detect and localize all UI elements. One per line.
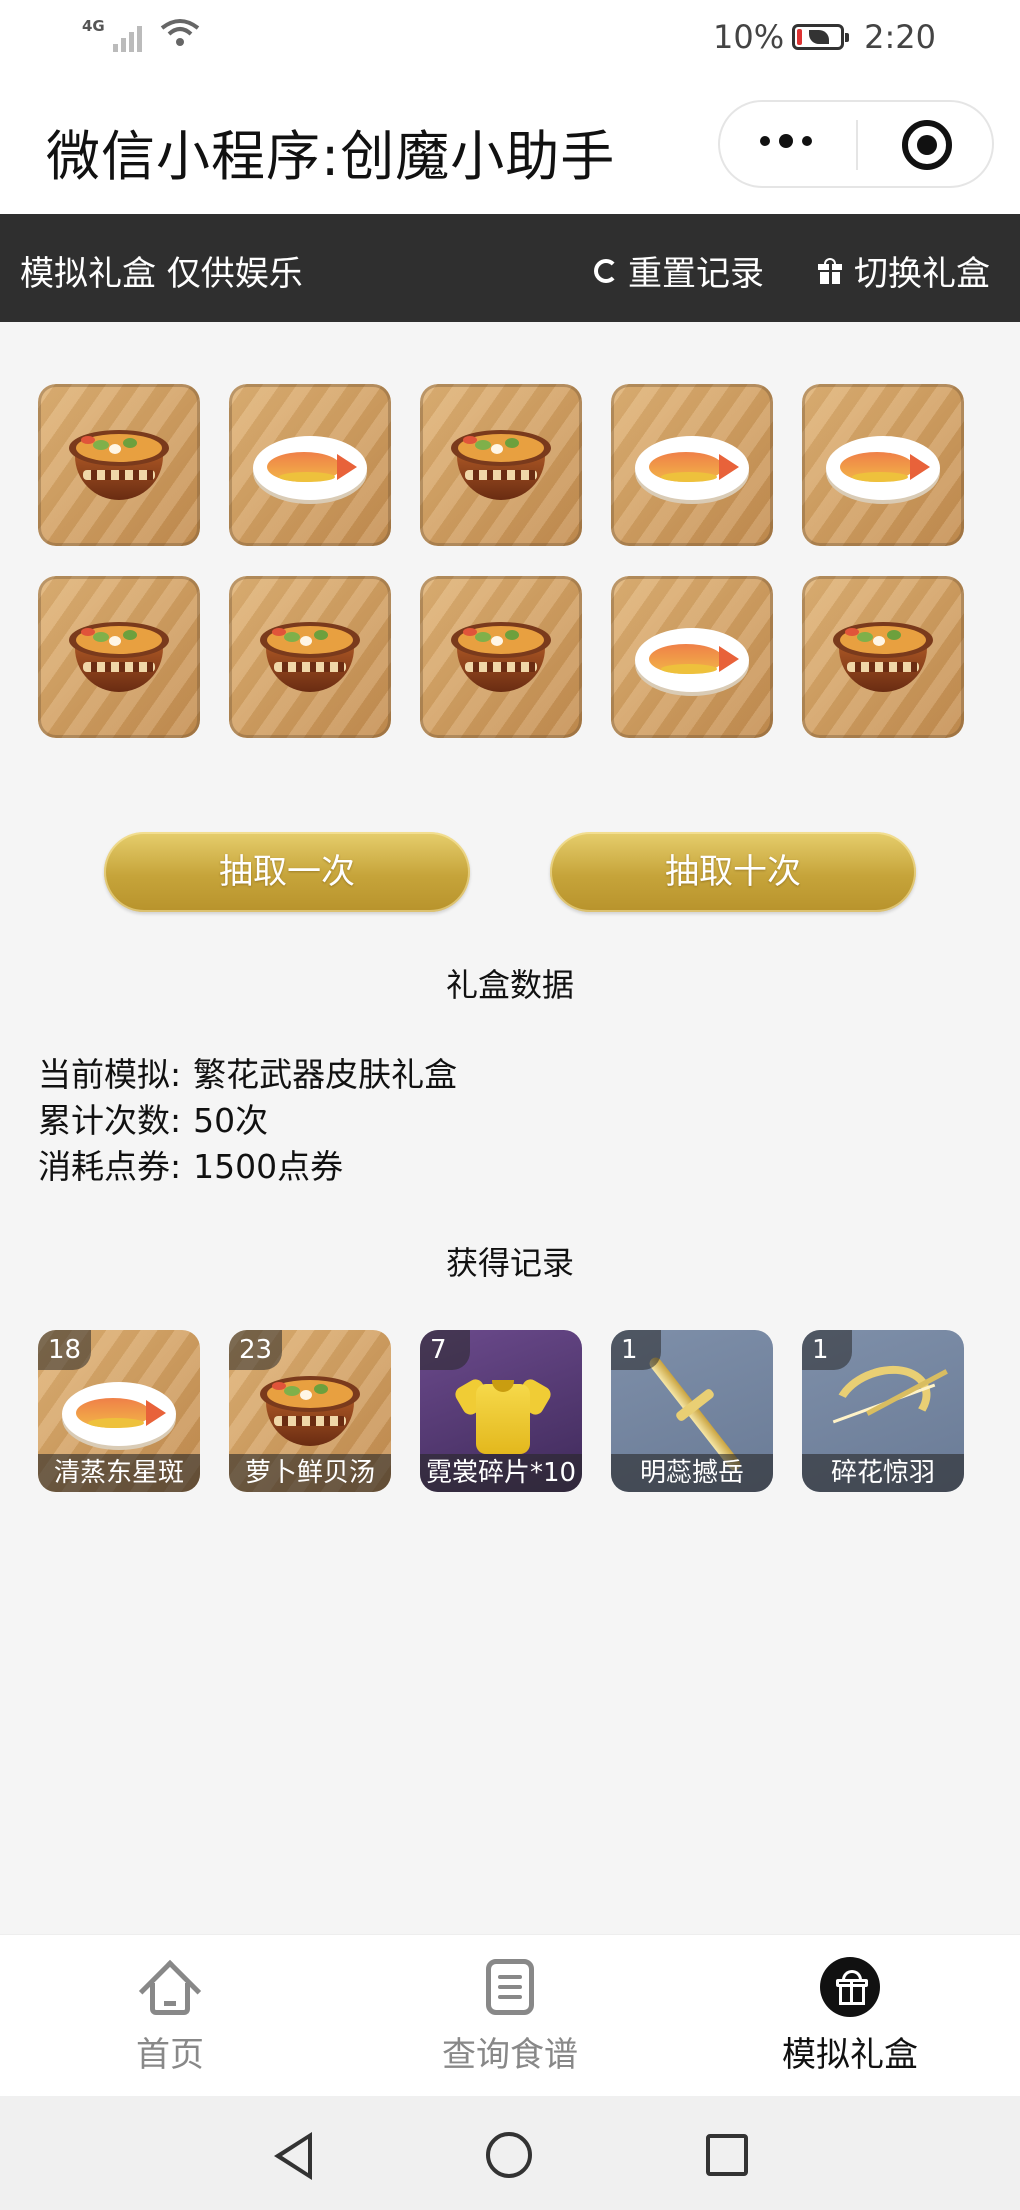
fish-plate-icon	[62, 1382, 176, 1446]
bowl-icon	[451, 430, 551, 504]
battery-icon	[792, 24, 850, 50]
bowl-icon	[69, 430, 169, 504]
switch-label: 切换礼盒	[854, 254, 990, 294]
switch-box-button[interactable]: 切换礼盒	[818, 246, 990, 295]
more-icon[interactable]	[760, 134, 812, 148]
cost-row: 消耗点券: 1500点券	[38, 1144, 457, 1190]
recent-apps-icon[interactable]	[706, 2134, 748, 2176]
signal-group: 4G	[82, 18, 200, 52]
record-item[interactable]: 18 清蒸东星斑	[38, 1330, 200, 1492]
home-icon	[138, 1957, 202, 2023]
toolbar: 模拟礼盒 仅供娱乐 重置记录 切换礼盒	[0, 214, 1020, 322]
title-bar: 微信小程序:创魔小助手	[0, 76, 1020, 214]
back-icon[interactable]	[274, 2132, 312, 2180]
gift-icon	[820, 1957, 880, 2017]
record-name: 霓裳碎片*10	[420, 1454, 582, 1492]
prize-tile	[229, 576, 391, 738]
tab-gift[interactable]: 模拟礼盒	[750, 1957, 950, 2076]
prize-tile	[611, 576, 773, 738]
record-name: 明蕊撼岳	[611, 1454, 773, 1492]
document-icon	[480, 1957, 540, 2017]
fish-plate-icon	[635, 628, 749, 692]
box-data-title: 礼盒数据	[445, 966, 574, 1004]
total-count-row: 累计次数: 50次	[38, 1098, 457, 1144]
bowl-icon	[833, 622, 933, 696]
gift-icon	[818, 257, 842, 284]
prize-tile	[38, 384, 200, 546]
record-name: 清蒸东星斑	[38, 1454, 200, 1492]
fish-plate-icon	[826, 436, 940, 500]
records-list: 18 清蒸东星斑 23 萝卜鲜贝汤 7 霓裳碎片*10 1 明蕊撼岳 1 碎花惊…	[38, 1330, 964, 1492]
page-title: 微信小程序:创魔小助手	[46, 125, 616, 188]
cost-value: 1500点券	[193, 1147, 344, 1186]
prize-tile	[420, 384, 582, 546]
prize-tile	[802, 576, 964, 738]
record-name: 碎花惊羽	[802, 1454, 964, 1492]
cost-label: 消耗点券:	[38, 1147, 182, 1186]
home-circle-icon[interactable]	[486, 2132, 532, 2178]
record-item[interactable]: 7 霓裳碎片*10	[420, 1330, 582, 1492]
prize-tile	[611, 384, 773, 546]
fish-plate-icon	[253, 436, 367, 500]
current-box-value: 繁花武器皮肤礼盒	[193, 1055, 458, 1094]
clock: 2:20	[864, 18, 936, 56]
status-bar: 4G 10% 2:20	[0, 0, 1020, 76]
bowl-icon	[260, 622, 360, 696]
record-name: 萝卜鲜贝汤	[229, 1454, 391, 1492]
draw-ten-button[interactable]: 抽取十次	[550, 832, 916, 912]
bowl-icon	[451, 622, 551, 696]
tab-home[interactable]: 首页	[70, 1957, 270, 2076]
system-nav-bar	[0, 2096, 1020, 2210]
record-count: 18	[38, 1330, 92, 1370]
tab-recipe-label: 查询食谱	[442, 2035, 578, 2075]
record-item[interactable]: 1 明蕊撼岳	[611, 1330, 773, 1492]
current-box-row: 当前模拟: 繁花武器皮肤礼盒	[38, 1052, 457, 1098]
current-box-label: 当前模拟:	[38, 1055, 182, 1094]
disclaimer-text: 模拟礼盒 仅供娱乐	[20, 254, 303, 294]
draw-once-button[interactable]: 抽取一次	[104, 832, 470, 912]
total-count-label: 累计次数:	[38, 1101, 182, 1140]
prize-tile	[802, 384, 964, 546]
record-item[interactable]: 23 萝卜鲜贝汤	[229, 1330, 391, 1492]
records-title: 获得记录	[445, 1244, 574, 1282]
prize-grid	[38, 384, 968, 738]
record-count: 1	[611, 1330, 661, 1370]
prize-tile	[420, 576, 582, 738]
bowl-icon	[69, 622, 169, 696]
signal-icon	[112, 22, 142, 52]
prize-tile	[38, 576, 200, 738]
record-count: 7	[420, 1330, 470, 1370]
shirt-icon	[452, 1370, 554, 1460]
tab-home-label: 首页	[136, 2035, 204, 2075]
wifi-icon	[160, 18, 200, 52]
mini-program-capsule	[718, 100, 994, 188]
battery-group: 10% 2:20	[713, 18, 936, 56]
tab-bar: 首页 查询食谱 模拟礼盒	[0, 1934, 1020, 2097]
record-item[interactable]: 1 碎花惊羽	[802, 1330, 964, 1492]
record-count: 23	[229, 1330, 283, 1370]
battery-percent: 10%	[713, 18, 785, 56]
network-type: 4G	[82, 17, 105, 35]
total-count-value: 50次	[193, 1101, 269, 1140]
close-miniprogram-icon[interactable]	[902, 120, 952, 170]
reset-records-button[interactable]: 重置记录	[594, 246, 764, 295]
refresh-icon	[594, 258, 618, 283]
tab-gift-label: 模拟礼盒	[782, 2035, 918, 2075]
reset-label: 重置记录	[628, 254, 764, 294]
prize-tile	[229, 384, 391, 546]
tab-recipe[interactable]: 查询食谱	[410, 1957, 610, 2076]
fish-plate-icon	[635, 436, 749, 500]
bowl-icon	[260, 1376, 360, 1450]
record-count: 1	[802, 1330, 852, 1370]
box-data-info: 当前模拟: 繁花武器皮肤礼盒 累计次数: 50次 消耗点券: 1500点券	[38, 1052, 457, 1190]
